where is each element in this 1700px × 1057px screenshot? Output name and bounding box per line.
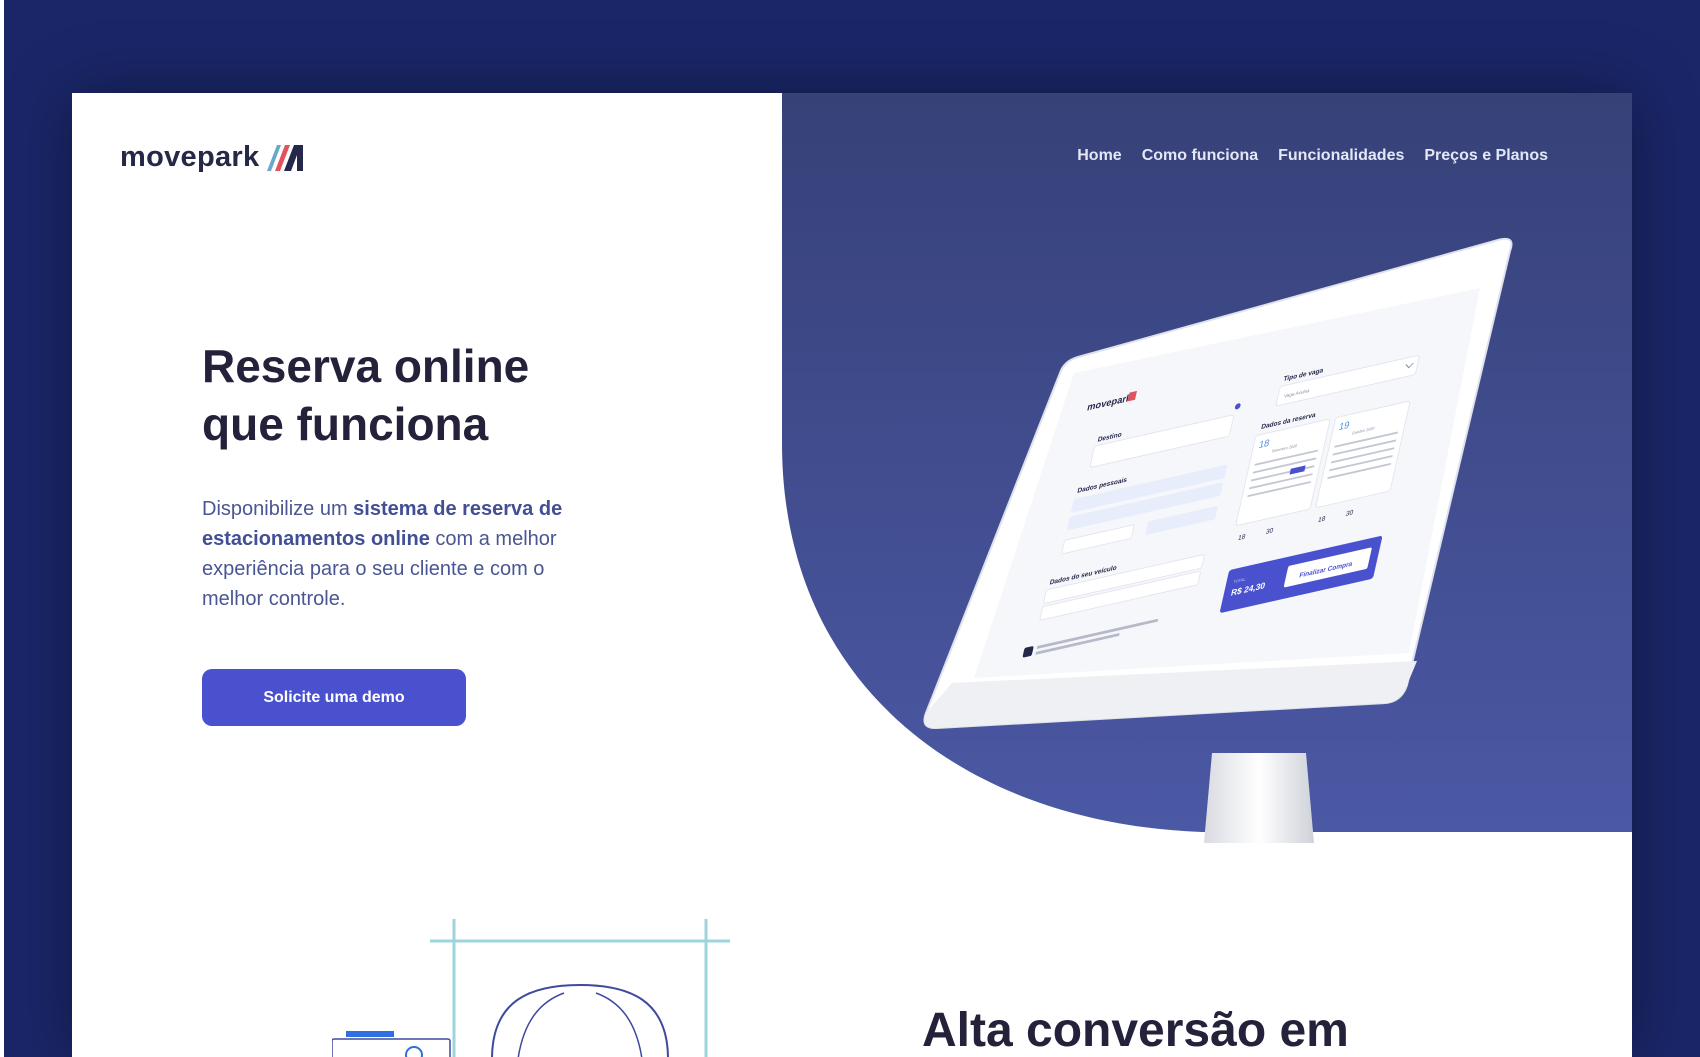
screen-edge <box>0 0 4 1057</box>
main-nav: Home Como funciona Funcionalidades Preço… <box>1077 147 1548 165</box>
hero-headline: Reserva online que funciona <box>202 337 722 453</box>
landing-page: Home Como funciona Funcionalidades Preço… <box>72 93 1632 1057</box>
nav-home[interactable]: Home <box>1077 147 1121 165</box>
request-demo-button[interactable]: Solicite uma demo <box>202 669 466 726</box>
logo-mark-icon <box>267 144 304 171</box>
parking-illustration <box>332 919 730 1057</box>
monitor-screen <box>974 288 1480 678</box>
section-headline: Alta conversão em <box>922 1004 1349 1057</box>
hero-description: Disponibilize um sistema de reserva de e… <box>202 494 602 614</box>
brand-logo[interactable]: movepark <box>120 141 304 174</box>
brand-name: movepark <box>120 141 260 173</box>
hero-headline-line1: Reserva online <box>202 340 530 392</box>
monitor-mockup: movepark Destino Dados pessoais Dados do… <box>923 237 1513 843</box>
nav-como-funciona[interactable]: Como funciona <box>1142 147 1258 165</box>
hero-headline-line2: que funciona <box>202 398 489 450</box>
nav-funcionalidades[interactable]: Funcionalidades <box>1278 147 1404 165</box>
nav-precos-e-planos[interactable]: Preços e Planos <box>1424 147 1548 165</box>
monitor-stand <box>1204 753 1314 843</box>
hero-description-part1: Disponibilize um <box>202 498 354 520</box>
